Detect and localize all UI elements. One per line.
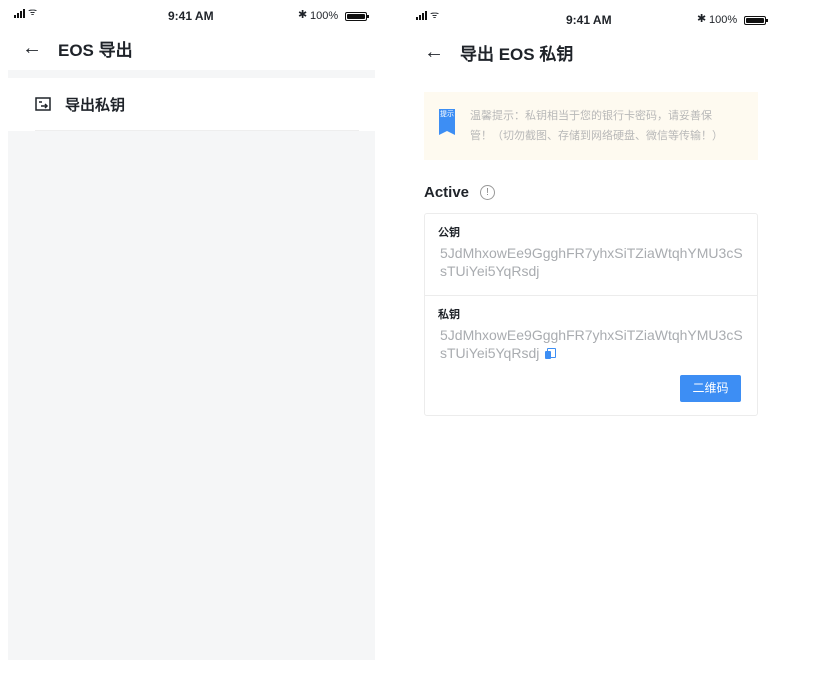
bluetooth-icon: ✱ [298,9,308,21]
public-key-label: 公钥 [438,227,460,239]
public-key-section: 公钥 5JdMhxowEe9GgghFR7yhxSiTZiaWtqhYMU3cS… [425,224,757,280]
page-title: 导出 EOS 私钥 [460,44,574,64]
eos-export-screen: ᯤ 9:41 AM ✱ 100% ← EOS 导出 导出私钥 [8,0,375,660]
battery-icon [744,16,768,25]
permission-label: Active [424,183,470,201]
status-time: 9:41 AM [168,9,214,23]
private-key-value: 5JdMhxowEe9GgghFR7yhxSiTZiaWtqhYMU3cSsTU… [440,327,743,361]
notice-line-1: 温馨提示：私钥相当于您的银行卡密码，请妥善保 [470,110,712,122]
qr-code-button[interactable]: 二维码 [680,375,741,402]
status-bar: ᯤ 9:41 AM ✱ 100% [410,0,770,34]
signal-icon [14,9,25,18]
empty-content-area [8,131,375,660]
battery-icon [345,12,369,21]
menu-item-label: 导出私钥 [65,96,126,114]
permission-row: Active ! [424,182,496,202]
nav-bar: ← EOS 导出 [8,30,375,66]
key-divider [425,295,757,296]
copy-icon[interactable] [545,348,557,359]
wifi-icon: ᯤ [28,7,38,18]
section-divider [8,70,375,78]
battery-percent: 100% [709,14,738,26]
private-key-label: 私钥 [438,309,460,321]
status-bar: ᯤ 9:41 AM ✱ 100% [8,0,375,34]
nav-bar: ← 导出 EOS 私钥 [410,34,770,70]
bluetooth-icon: ✱ [697,13,707,25]
info-icon[interactable]: ! [480,184,496,200]
export-icon [35,97,51,111]
security-notice: 提示 温馨提示：私钥相当于您的银行卡密码，请妥善保 管！（切勿截图、存储到网络硬… [424,92,758,160]
notice-badge-icon: 提示 [439,109,455,135]
export-eos-private-key-screen: ᯤ 9:41 AM ✱ 100% ← 导出 EOS 私钥 提示 温馨提示：私钥相… [410,0,770,674]
public-key-value: 5JdMhxowEe9GgghFR7yhxSiTZiaWtqhYMU3cSsTU… [440,245,743,279]
page-title: EOS 导出 [58,40,133,60]
menu-item-export-private-key[interactable]: 导出私钥 [8,78,375,130]
battery-percent: 100% [310,10,339,22]
back-arrow-icon[interactable]: ← [424,41,444,64]
private-key-section: 私钥 5JdMhxowEe9GgghFR7yhxSiTZiaWtqhYMU3cS… [425,306,757,362]
status-time: 9:41 AM [566,13,612,27]
notice-line-2: 管！（切勿截图、存储到网络硬盘、微信等传输！） [470,130,723,142]
back-arrow-icon[interactable]: ← [22,37,42,60]
signal-icon [416,11,427,20]
private-key-value-wrap: 5JdMhxowEe9GgghFR7yhxSiTZiaWtqhYMU3cSsTU… [438,326,747,362]
wifi-icon: ᯤ [430,10,440,21]
key-card: 公钥 5JdMhxowEe9GgghFR7yhxSiTZiaWtqhYMU3cS… [424,213,758,416]
